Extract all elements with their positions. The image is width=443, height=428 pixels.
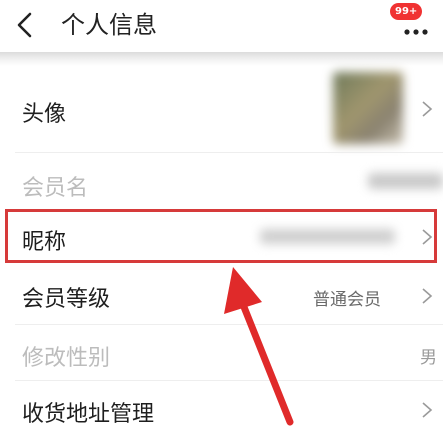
member-name-value — [368, 173, 443, 189]
notification-badge: 99+ — [390, 3, 423, 20]
page-title: 个人信息 — [61, 11, 157, 39]
top-bar: 个人信息 99+ — [0, 0, 443, 52]
header-shadow — [0, 52, 443, 66]
row-label-member-level: 会员等级 — [22, 287, 111, 312]
row-label-member-name: 会员名 — [22, 176, 89, 201]
chevron-right-icon — [422, 288, 433, 304]
avatar-image[interactable] — [333, 72, 403, 144]
row-avatar[interactable]: 头像 — [0, 66, 443, 151]
member-level-value: 普通会员 — [313, 290, 381, 310]
back-icon[interactable] — [12, 10, 38, 40]
chevron-right-icon — [422, 101, 433, 117]
chevron-right-icon — [422, 402, 433, 418]
gender-value: 男 — [420, 348, 437, 368]
row-member-name: 会员名 — [0, 153, 443, 209]
highlight-box — [5, 209, 437, 263]
row-label-address: 收货地址管理 — [22, 402, 155, 427]
row-label-gender: 修改性别 — [22, 346, 111, 371]
row-label-avatar: 头像 — [22, 102, 67, 127]
arrow-annotation — [224, 267, 294, 426]
